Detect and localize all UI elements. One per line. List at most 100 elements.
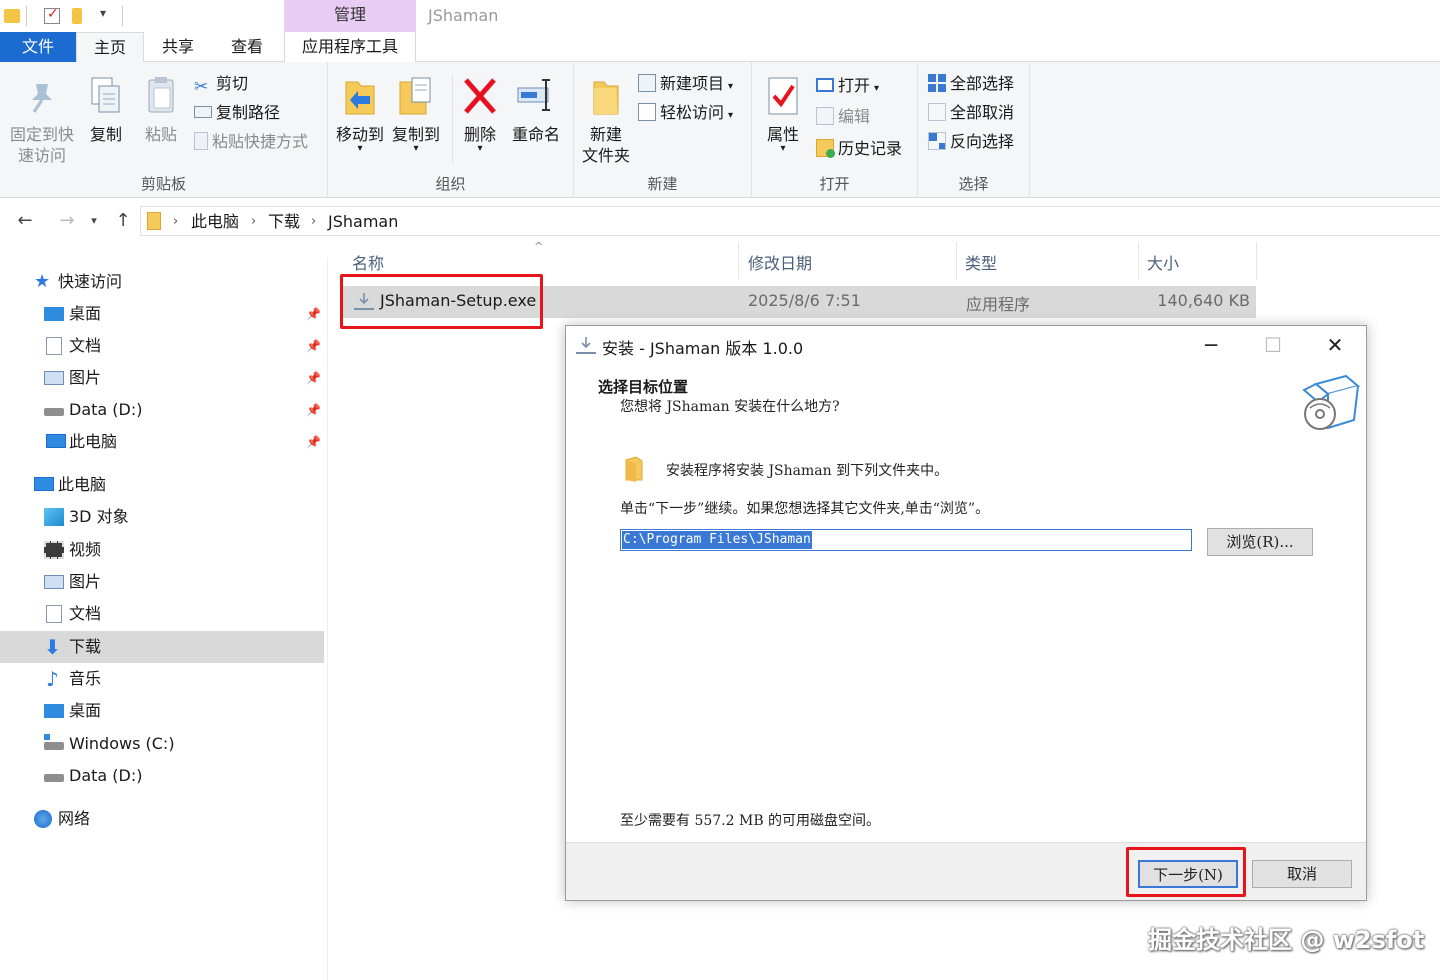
install-path-input[interactable]: C:\Program Files\JShaman xyxy=(620,529,1192,551)
column-header-name[interactable]: 名称 xyxy=(352,250,384,274)
maximize-icon[interactable]: ☐ xyxy=(1248,330,1298,360)
nav-network[interactable]: 网络 xyxy=(0,803,324,835)
tab-home[interactable]: 主页 xyxy=(76,32,144,63)
nav-quick-access[interactable]: ★ 快速访问 xyxy=(0,266,324,298)
nav-label: 快速访问 xyxy=(58,272,123,291)
paste-shortcut-label: 粘贴快捷方式 xyxy=(212,132,309,151)
window-title: JShaman xyxy=(428,6,499,25)
paste-label: 粘贴 xyxy=(144,125,177,144)
nav-pictures[interactable]: 图片 xyxy=(0,566,324,598)
select-none-button[interactable]: 全部取消 xyxy=(928,101,1014,125)
star-icon: ★ xyxy=(34,271,51,292)
paste-button[interactable]: 粘贴 xyxy=(138,74,184,145)
cut-button[interactable]: ✂ 剪切 xyxy=(194,72,248,96)
computer-icon xyxy=(34,477,54,491)
nav-this-pc[interactable]: 此电脑 xyxy=(0,469,324,501)
properties-label: 属性 xyxy=(766,125,799,144)
crumb-this-pc[interactable]: 此电脑 xyxy=(191,211,239,233)
pin-icon[interactable]: 📌 xyxy=(306,362,321,394)
easy-access-label: 轻松访问 xyxy=(660,103,725,122)
new-folder-icon xyxy=(586,74,626,118)
nav-label: 图片 xyxy=(69,368,102,387)
group-label-select: 选择 xyxy=(958,175,989,193)
nav-quick-data-d[interactable]: Data (D:) 📌 xyxy=(0,394,324,426)
column-header-date[interactable]: 修改日期 xyxy=(748,250,812,274)
copy-path-icon xyxy=(194,106,212,118)
nav-documents[interactable]: 文档 xyxy=(0,598,324,630)
copy-to-icon xyxy=(396,74,436,118)
column-divider[interactable] xyxy=(738,242,739,280)
tab-file[interactable]: 文件 xyxy=(0,32,76,62)
nav-quick-this-pc[interactable]: 此电脑 📌 xyxy=(0,426,324,458)
nav-downloads[interactable]: ⬇ 下载 xyxy=(0,631,324,663)
crumb-jshaman[interactable]: JShaman xyxy=(328,211,398,233)
drive-icon xyxy=(44,774,64,782)
browse-button[interactable]: 浏览(R)... xyxy=(1207,528,1313,556)
open-button[interactable]: 打开 ▾ xyxy=(816,74,879,98)
column-header-type[interactable]: 类型 xyxy=(965,250,997,274)
breadcrumb-separator-icon[interactable]: › xyxy=(251,211,256,233)
column-divider[interactable] xyxy=(1138,242,1139,280)
column-divider[interactable] xyxy=(956,242,957,280)
close-icon[interactable]: ✕ xyxy=(1310,330,1360,360)
select-all-button[interactable]: 全部选择 xyxy=(928,72,1014,96)
tab-view[interactable]: 查看 xyxy=(212,32,282,62)
crumb-downloads[interactable]: 下载 xyxy=(268,211,300,233)
nav-music[interactable]: ♪ 音乐 xyxy=(0,663,324,695)
desktop-icon xyxy=(44,307,64,321)
invert-selection-button[interactable]: 反向选择 xyxy=(928,130,1014,154)
copy-to-label: 复制到 xyxy=(391,125,440,144)
paste-shortcut-button[interactable]: 粘贴快捷方式 xyxy=(194,130,308,154)
nav-data-d[interactable]: Data (D:) xyxy=(0,760,324,792)
pin-icon[interactable]: 📌 xyxy=(306,394,321,426)
history-button[interactable]: 历史记录 xyxy=(816,137,902,161)
nav-quick-desktop[interactable]: 桌面 📌 xyxy=(0,298,324,330)
edit-button[interactable]: 编辑 xyxy=(816,105,870,129)
copy-path-button[interactable]: 复制路径 xyxy=(194,101,280,125)
nav-3d-objects[interactable]: 3D 对象 xyxy=(0,501,324,533)
nav-windows-c[interactable]: Windows (C:) xyxy=(0,728,324,760)
new-folder-icon[interactable] xyxy=(72,8,82,24)
new-folder-button[interactable]: 新建 文件夹 xyxy=(576,74,636,166)
rename-button[interactable]: 重命名 xyxy=(508,74,564,145)
delete-button[interactable]: 删除 ▾ xyxy=(458,74,502,154)
highlight-box-next xyxy=(1126,847,1246,897)
dialog-instruction-text: 单击“下一步”继续。如果您想选择其它文件夹,单击“浏览”。 xyxy=(620,501,990,517)
properties-check-icon[interactable]: ✓ xyxy=(44,6,60,24)
nav-videos[interactable]: 视频 xyxy=(0,534,324,566)
breadcrumb-separator-icon[interactable]: › xyxy=(173,211,178,233)
group-label-organize: 组织 xyxy=(435,175,466,193)
copy-to-button[interactable]: 复制到 ▾ xyxy=(388,74,444,154)
properties-button[interactable]: 属性 ▾ xyxy=(760,74,806,154)
up-arrow-icon[interactable]: ↑ xyxy=(110,208,136,234)
copy-button[interactable]: 复制 xyxy=(84,74,128,145)
desktop-icon xyxy=(44,704,64,718)
breadcrumb[interactable]: › 此电脑 › 下载 › JShaman xyxy=(140,206,1440,236)
back-arrow-icon[interactable]: ← xyxy=(12,208,38,234)
minimize-icon[interactable]: ─ xyxy=(1186,330,1236,360)
pin-icon[interactable]: 📌 xyxy=(306,330,321,362)
tab-application-tools[interactable]: 应用程序工具 xyxy=(284,32,416,62)
tab-share[interactable]: 共享 xyxy=(144,32,212,62)
nav-quick-pictures[interactable]: 图片 📌 xyxy=(0,362,324,394)
column-header-size[interactable]: 大小 xyxy=(1147,250,1179,274)
move-to-button[interactable]: 移动到 ▾ xyxy=(332,74,388,154)
pin-icon[interactable]: 📌 xyxy=(306,298,321,330)
new-item-button[interactable]: 新建项目 ▾ xyxy=(638,72,733,96)
nav-label: 下载 xyxy=(69,637,102,656)
customize-qat-icon[interactable]: ▾ xyxy=(100,6,106,20)
forward-arrow-icon[interactable]: → xyxy=(54,208,80,234)
cancel-button[interactable]: 取消 xyxy=(1252,860,1352,888)
recent-locations-chevron-icon[interactable]: ▾ xyxy=(84,208,104,234)
open-icon xyxy=(816,78,834,92)
easy-access-button[interactable]: 轻松访问 ▾ xyxy=(638,101,733,125)
group-label-new: 新建 xyxy=(647,175,678,193)
pictures-icon xyxy=(44,371,64,385)
nav-label: 3D 对象 xyxy=(69,507,129,526)
breadcrumb-separator-icon[interactable]: › xyxy=(311,211,316,233)
pin-icon[interactable]: 📌 xyxy=(306,426,321,458)
nav-quick-documents[interactable]: 文档 📌 xyxy=(0,330,324,362)
pin-to-quick-access-button[interactable]: 固定到快 速访问 xyxy=(6,74,78,166)
column-divider[interactable] xyxy=(1256,242,1257,280)
nav-desktop[interactable]: 桌面 xyxy=(0,695,324,727)
